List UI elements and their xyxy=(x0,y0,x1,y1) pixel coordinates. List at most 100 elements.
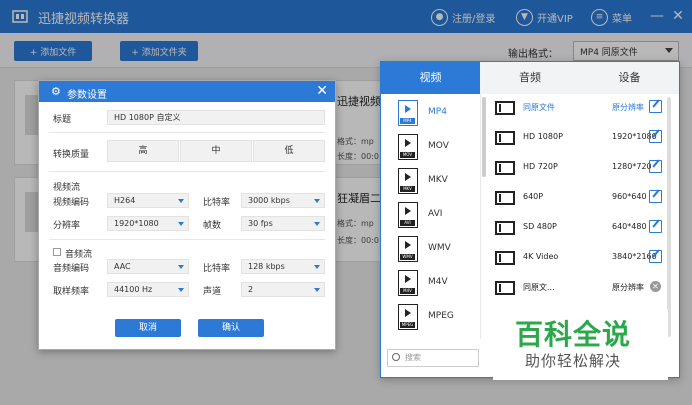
chevron-down-icon xyxy=(314,288,320,292)
preset-row[interactable]: HD 1080P 1920*1080 xyxy=(489,123,665,153)
quality-high-button[interactable]: 高 xyxy=(107,140,179,162)
chevron-down-icon xyxy=(314,199,320,203)
film-icon xyxy=(495,101,515,115)
video-codec-label: 视频编码 xyxy=(53,198,90,208)
dialog-close-button[interactable]: ✕ xyxy=(316,83,328,99)
video-file-icon: MKV xyxy=(398,168,418,194)
video-bitrate-label: 比特率 xyxy=(203,198,231,208)
film-icon xyxy=(495,191,515,205)
divider xyxy=(49,132,325,133)
channel-value: 2 xyxy=(248,285,254,294)
chevron-down-icon xyxy=(178,199,184,203)
title-label: 标题 xyxy=(53,115,72,125)
resolution-label: 分辨率 xyxy=(53,221,81,231)
edit-icon[interactable] xyxy=(649,190,662,203)
video-file-icon: WMV xyxy=(398,236,418,262)
video-codec-select[interactable]: H264 xyxy=(107,193,189,208)
preset-row[interactable]: 同原文件 原分辨率 xyxy=(489,93,665,123)
resolution-select[interactable]: 1920*1080 xyxy=(107,216,189,231)
edit-icon[interactable] xyxy=(649,160,662,173)
format-item-mkv[interactable]: MKV MKV xyxy=(381,164,480,198)
chevron-down-icon xyxy=(178,265,184,269)
sample-rate-select[interactable]: 44100 Hz xyxy=(107,282,189,297)
delete-icon[interactable]: ✕ xyxy=(650,281,661,292)
preset-name: 640P xyxy=(523,192,544,201)
preset-name: 4K Video xyxy=(523,252,559,261)
fps-select[interactable]: 30 fps xyxy=(241,216,325,231)
film-icon xyxy=(495,161,515,175)
tab-device[interactable]: 设备 xyxy=(580,62,679,94)
quality-low-button[interactable]: 低 xyxy=(253,140,325,162)
divider xyxy=(49,171,325,172)
sample-rate-value: 44100 Hz xyxy=(114,285,153,294)
cancel-button[interactable]: 取消 xyxy=(115,319,181,337)
video-bitrate-value: 3000 kbps xyxy=(248,196,290,205)
preset-row[interactable]: SD 480P 640*480 xyxy=(489,213,665,243)
title-input[interactable]: HD 1080P 自定义 xyxy=(107,110,325,125)
search-icon xyxy=(392,353,400,361)
format-name: WMV xyxy=(428,243,451,253)
format-item-avi[interactable]: AVI AVI xyxy=(381,198,480,232)
preset-row[interactable]: 同原文... 原分辨率 ✕ xyxy=(489,273,665,303)
app-window: 迅捷视频转换器 ● 注册/登录 ▼ 开通VIP ≡ 菜单 — ✕ + 添加文件 … xyxy=(0,0,692,405)
preset-row[interactable]: 4K Video 3840*2160 xyxy=(489,243,665,273)
confirm-button[interactable]: 确认 xyxy=(198,319,264,337)
preset-row[interactable]: HD 720P 1280*720 xyxy=(489,153,665,183)
format-item-mpeg[interactable]: MPEG MPEG xyxy=(381,300,480,334)
format-name: MPEG xyxy=(428,311,454,321)
format-name: MOV xyxy=(428,141,449,151)
format-item-mov[interactable]: MOV MOV xyxy=(381,130,480,164)
format-name: AVI xyxy=(428,209,443,219)
search-placeholder: 搜索 xyxy=(405,353,421,362)
dialog-header: ⚙ 参数设置 ✕ xyxy=(39,81,335,102)
edit-icon[interactable] xyxy=(649,130,662,143)
video-file-icon: AVI xyxy=(398,202,418,228)
audio-codec-select[interactable]: AAC xyxy=(107,259,189,274)
watermark-subtitle: 助你轻松解决 xyxy=(525,352,622,370)
settings-dialog: ⚙ 参数设置 ✕ 标题 HD 1080P 自定义 转换质量 高 中 低 视频流 … xyxy=(38,80,336,350)
audio-codec-label: 音频编码 xyxy=(53,264,90,274)
format-search-input[interactable]: 搜索 xyxy=(387,349,479,367)
format-item-mp4[interactable]: MP4 MP4 xyxy=(381,96,480,130)
gear-icon: ⚙ xyxy=(51,85,61,98)
tab-video[interactable]: 视频 xyxy=(381,62,480,94)
format-list: MP4 MP4 MOV MOV MKV MKV AVI AVI WMV WMV … xyxy=(381,94,481,339)
preset-resolution: 原分辨率 xyxy=(612,103,644,112)
format-name: MKV xyxy=(428,175,448,185)
watermark: 百科全说 助你轻松解决 xyxy=(493,310,668,380)
format-item-wmv[interactable]: WMV WMV xyxy=(381,232,480,266)
channel-select[interactable]: 2 xyxy=(241,282,325,297)
film-icon xyxy=(495,251,515,265)
chevron-down-icon xyxy=(314,222,320,226)
preset-name: 同原文... xyxy=(523,283,555,292)
format-name: MP4 xyxy=(428,107,447,117)
preset-resolution: 1280*720 xyxy=(612,162,652,171)
preset-row[interactable]: 640P 960*640 xyxy=(489,183,665,213)
video-bitrate-select[interactable]: 3000 kbps xyxy=(241,193,325,208)
chevron-down-icon xyxy=(314,265,320,269)
edit-icon[interactable] xyxy=(649,100,662,113)
video-file-icon: M4V xyxy=(398,270,418,296)
audio-stream-checkbox[interactable] xyxy=(53,248,61,256)
audio-bitrate-value: 128 kbps xyxy=(248,262,285,271)
format-list-scrollbar[interactable] xyxy=(482,97,486,177)
channel-label: 声道 xyxy=(203,287,222,297)
preset-list-scrollbar[interactable] xyxy=(667,97,671,337)
fps-label: 帧数 xyxy=(203,221,222,231)
format-item-m4v[interactable]: M4V M4V xyxy=(381,266,480,300)
preset-resolution: 640*480 xyxy=(612,222,647,231)
divider xyxy=(49,239,325,240)
preset-name: HD 1080P xyxy=(523,132,563,141)
preset-name: SD 480P xyxy=(523,222,557,231)
tab-audio[interactable]: 音频 xyxy=(480,62,580,94)
audio-bitrate-select[interactable]: 128 kbps xyxy=(241,259,325,274)
edit-icon[interactable] xyxy=(649,220,662,233)
video-file-icon: MOV xyxy=(398,134,418,160)
quality-medium-button[interactable]: 中 xyxy=(180,140,252,162)
edit-icon[interactable] xyxy=(649,250,662,263)
audio-bitrate-label: 比特率 xyxy=(203,264,231,274)
film-icon xyxy=(495,281,515,295)
chevron-down-icon xyxy=(178,288,184,292)
preset-name: HD 720P xyxy=(523,162,558,171)
video-codec-value: H264 xyxy=(114,196,136,205)
